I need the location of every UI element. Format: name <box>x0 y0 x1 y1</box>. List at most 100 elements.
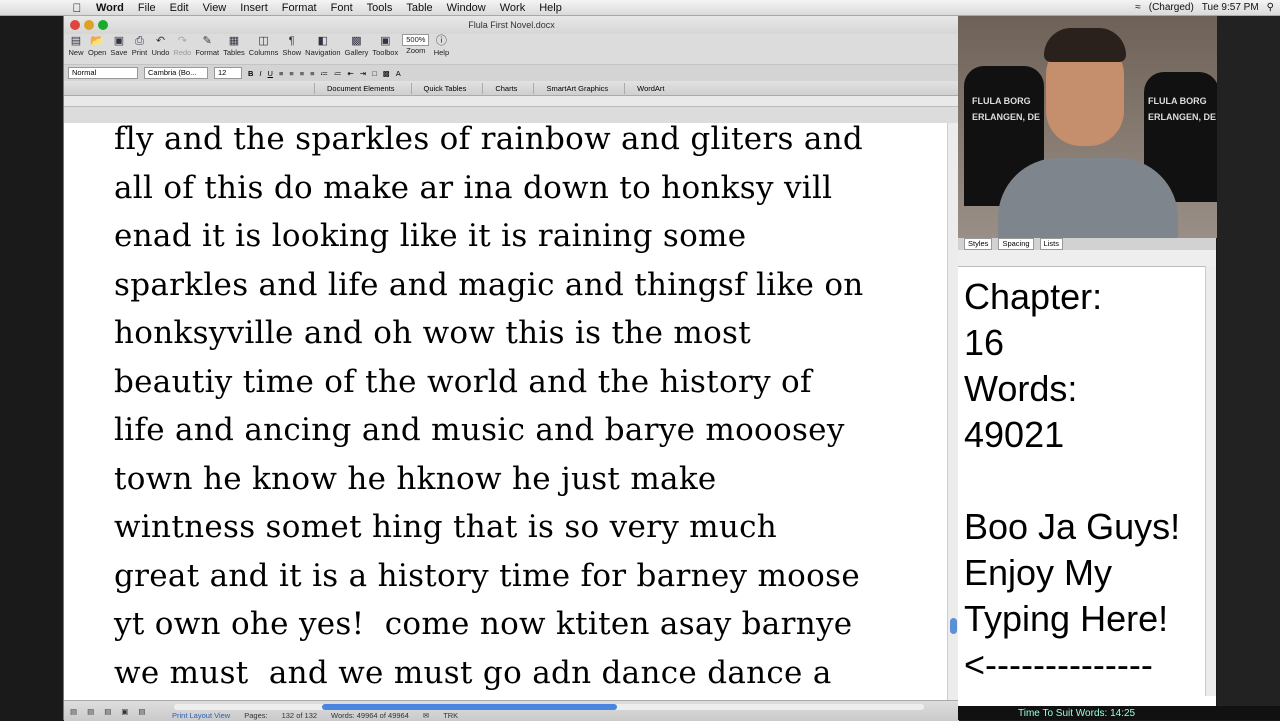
increase-indent-icon[interactable]: ⇥ <box>360 69 366 78</box>
font-select[interactable]: Cambria (Bo... <box>144 67 208 79</box>
redo-button[interactable]: ↷ Redo <box>173 34 191 57</box>
vertical-scroll-thumb[interactable] <box>950 618 957 634</box>
side-styles-select[interactable]: Styles <box>964 238 993 250</box>
menu-help[interactable]: Help <box>539 2 562 14</box>
align-left-icon[interactable]: ≡ <box>279 69 283 78</box>
menu-app-name[interactable]: Word <box>96 2 124 14</box>
justify-icon[interactable]: ≡ <box>310 69 314 78</box>
navigation-button[interactable]: ◧ Navigation <box>305 34 340 57</box>
menu-work[interactable]: Work <box>500 2 525 14</box>
menu-format[interactable]: Format <box>282 2 317 14</box>
save-button[interactable]: ▣ Save <box>110 34 127 57</box>
show-button[interactable]: ¶ Show <box>282 34 301 57</box>
webcam-overlay: FLULA BORG ERLANGEN, DE FLULA BORG ERLAN… <box>958 16 1217 238</box>
columns-icon: ◫ <box>258 35 269 47</box>
track-changes[interactable]: TRK <box>443 711 458 720</box>
zoom-select[interactable]: 500% <box>402 34 430 46</box>
menu-view[interactable]: View <box>203 2 227 14</box>
menu-file[interactable]: File <box>138 2 156 14</box>
outline-view-icon[interactable]: ▤ <box>87 707 94 716</box>
format-button[interactable]: ✎ Format <box>195 34 219 57</box>
document-line: all of this do make ar ina down to honks… <box>114 169 833 206</box>
document-page[interactable]: fly and the sparkles of rainbow and glit… <box>64 123 947 700</box>
document-line: yt own ohe yes! come now ktiten asay bar… <box>114 606 853 642</box>
align-center-icon[interactable]: ≡ <box>289 69 293 78</box>
columns-button[interactable]: ◫ Columns <box>249 34 279 57</box>
tab-quick-tables[interactable]: Quick Tables <box>410 82 479 94</box>
style-select[interactable]: Normal <box>68 67 138 79</box>
horizontal-scrollbar[interactable] <box>174 704 924 710</box>
tab-smartart-graphics[interactable]: SmartArt Graphics <box>533 82 620 94</box>
word-count[interactable]: Words: 49964 of 49964 <box>331 711 409 720</box>
tab-charts[interactable]: Charts <box>482 82 529 94</box>
apple-menu-icon[interactable]:  <box>70 1 84 15</box>
new-button[interactable]: ▤ New <box>68 34 84 57</box>
menu-insert[interactable]: Insert <box>240 2 268 14</box>
menu-bar:  Word File Edit View Insert Format Font… <box>0 0 1280 16</box>
battery-status[interactable]: (Charged) <box>1149 2 1194 13</box>
italic-icon[interactable]: I <box>259 69 261 78</box>
minimize-window-button[interactable] <box>84 20 94 30</box>
tab-wordart[interactable]: WordArt <box>624 82 676 94</box>
side-spacing-select[interactable]: Spacing <box>998 238 1034 250</box>
bold-icon[interactable]: B <box>248 69 253 78</box>
highlight-icon[interactable]: ▩ <box>383 69 390 78</box>
side-vertical-scrollbar[interactable] <box>1205 266 1216 696</box>
formatting-toolbar: Normal Cambria (Bo... 12 B I U ≡ ≡ ≡ ≡ ≔… <box>64 64 959 81</box>
shirt-text-right-1: FLULA BORG <box>1148 96 1207 106</box>
document-line: fly and the sparkles of rainbow and glit… <box>114 123 864 157</box>
open-button[interactable]: 📂 Open <box>88 34 106 57</box>
bottom-overlay-text: Time To Suit Words: 14:25 <box>1018 707 1136 719</box>
clock[interactable]: Tue 9:57 PM <box>1202 2 1259 13</box>
underline-icon[interactable]: U <box>268 69 273 78</box>
view-mode-label: Print Layout View <box>172 711 231 720</box>
horizontal-scroll-thumb[interactable] <box>322 704 617 710</box>
borders-icon[interactable]: □ <box>372 69 377 78</box>
toolbox-button[interactable]: ▣ Toolbox <box>372 34 398 57</box>
zoom-window-button[interactable] <box>98 20 108 30</box>
printer-icon: ⎙ <box>135 35 144 47</box>
menu-window[interactable]: Window <box>447 2 486 14</box>
print-button[interactable]: ⎙ Print <box>131 34 147 57</box>
side-line: Enjoy My <box>964 552 1113 593</box>
standard-toolbar: ▤ New 📂 Open ▣ Save ⎙ Print ↶ Undo ↷ Redo ✎ For… <box>64 34 959 64</box>
side-line <box>964 458 1180 504</box>
zoom-control[interactable]: 500% Zoom <box>402 34 430 55</box>
shirt-text-left-1: FLULA BORG <box>972 96 1031 106</box>
person-body <box>998 158 1178 238</box>
spotlight-search-icon[interactable]: ⚲ <box>1267 2 1274 13</box>
save-icon: ▣ <box>113 35 125 47</box>
horizontal-ruler[interactable] <box>64 96 959 107</box>
numbered-list-icon[interactable]: ≔ <box>321 69 329 78</box>
tab-document-elements[interactable]: Document Elements <box>314 82 407 94</box>
bullet-list-icon[interactable]: ≔ <box>334 69 342 78</box>
side-lists-select[interactable]: Lists <box>1039 238 1063 250</box>
notebook-view-icon[interactable]: ▤ <box>138 707 145 716</box>
wifi-icon[interactable]: ≈ <box>1135 2 1141 13</box>
menu-table[interactable]: Table <box>406 2 432 14</box>
undo-button[interactable]: ↶ Undo <box>151 34 169 57</box>
side-ruler[interactable] <box>958 250 1216 267</box>
spelling-status-icon[interactable]: ✉ <box>423 711 429 720</box>
help-button[interactable]: ⓘ Help <box>433 34 449 57</box>
side-formatting-bar: Styles Spacing Lists <box>958 238 1216 250</box>
publishing-view-icon[interactable]: ▤ <box>104 707 111 716</box>
font-size-select[interactable]: 12 <box>214 67 242 79</box>
side-document-body[interactable]: Chapter: 16 Words: 49021 Boo Ja Guys! Enjoy M… <box>964 274 1180 688</box>
redo-icon: ↷ <box>177 35 187 47</box>
document-body[interactable]: fly and the sparkles of rainbow and glit… <box>114 123 934 697</box>
shirt-text-left-2: ERLANGEN, DE <box>972 112 1041 122</box>
font-color-icon[interactable]: A <box>396 69 401 78</box>
tables-button[interactable]: ▦ Tables <box>223 34 245 57</box>
menu-edit[interactable]: Edit <box>170 2 189 14</box>
decrease-indent-icon[interactable]: ⇤ <box>348 69 354 78</box>
print-layout-view-icon[interactable]: ▣ <box>121 707 128 716</box>
gallery-button[interactable]: ▩ Gallery <box>345 34 369 57</box>
document-line: we must and we must go adn dance dance a <box>114 654 832 691</box>
draft-view-icon[interactable]: ▤ <box>70 707 77 716</box>
bottom-overlay-strip: Time To Suit Words: 14:25 <box>958 706 1280 720</box>
close-window-button[interactable] <box>70 20 80 30</box>
menu-tools[interactable]: Tools <box>367 2 393 14</box>
menu-font[interactable]: Font <box>331 2 353 14</box>
align-right-icon[interactable]: ≡ <box>300 69 304 78</box>
